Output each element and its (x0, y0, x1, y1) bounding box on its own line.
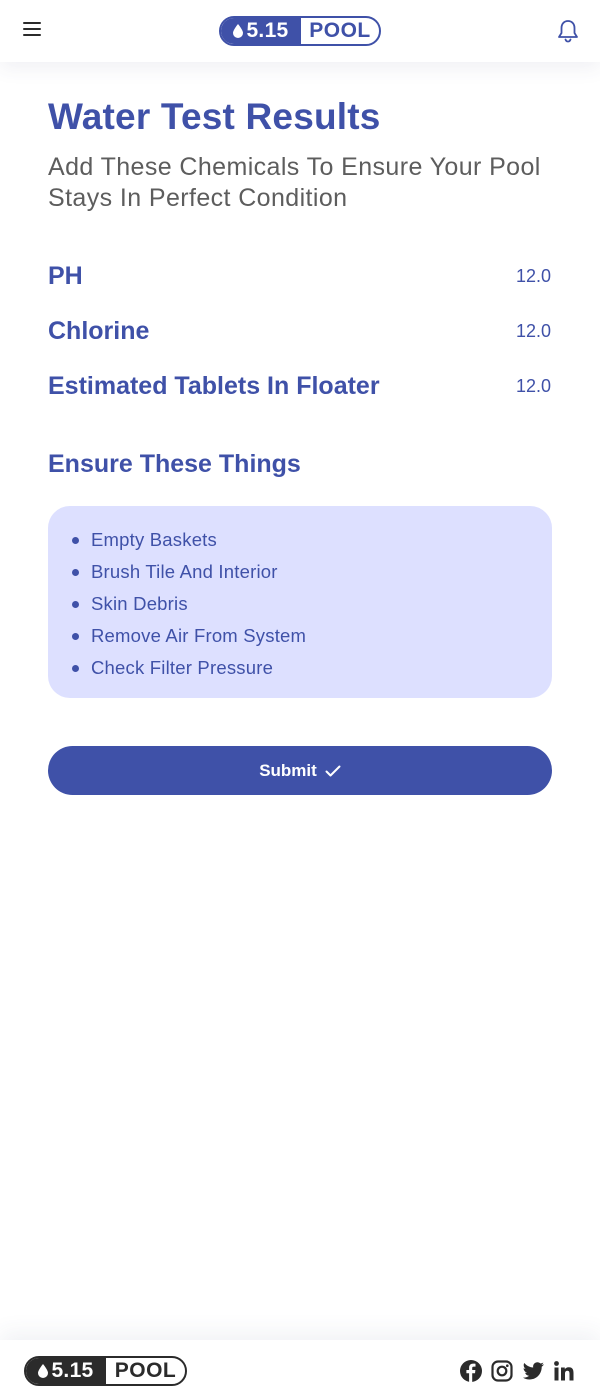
linkedin-icon[interactable] (552, 1359, 576, 1383)
list-item-label: Skin Debris (91, 593, 188, 614)
header-logo[interactable]: 5.15 POOL (219, 16, 381, 46)
water-drop-icon (233, 24, 244, 38)
checklist-panel: Empty Baskets Brush Tile And Interior Sk… (48, 506, 552, 698)
submit-button[interactable]: Submit (48, 746, 552, 795)
bullet-dot (72, 600, 79, 608)
result-row-tablets: Estimated Tablets In Floater 12.0 (48, 372, 551, 402)
list-item: Check Filter Pressure (72, 652, 552, 684)
result-row-ph: PH 12.0 (48, 262, 551, 292)
bullet-dot (72, 664, 79, 672)
result-label: Chlorine (48, 317, 150, 345)
bullet-dot (72, 632, 79, 640)
page-title: Water Test Results (48, 96, 381, 137)
logo-number: 5.15 (51, 1359, 94, 1382)
list-item-label: Brush Tile And Interior (91, 561, 278, 582)
result-value: 12.0 (515, 376, 551, 396)
list-item-label: Remove Air From System (91, 625, 307, 646)
list-item-label: Empty Baskets (91, 529, 217, 550)
result-value: 12.0 (515, 266, 551, 286)
page-subtitle: Add These Chemicals To Ensure Your Pool … (48, 153, 541, 212)
list-item: Skin Debris (72, 588, 552, 620)
logo-number: 5.15 (246, 19, 289, 42)
list-item: Remove Air From System (72, 620, 552, 652)
list-item: Brush Tile And Interior (72, 556, 552, 588)
facebook-icon[interactable] (459, 1359, 483, 1383)
list-item: Empty Baskets (72, 524, 552, 556)
result-value: 12.0 (515, 321, 551, 341)
checkmark-icon (325, 765, 341, 776)
water-drop-icon (38, 1364, 49, 1378)
bullet-dot (72, 536, 79, 544)
top-bar: 5.15 POOL (0, 0, 600, 62)
result-row-chlorine: Chlorine 12.0 (48, 317, 551, 347)
logo-word: POOL (114, 1359, 177, 1382)
submit-label: Submit (259, 760, 317, 780)
instagram-icon[interactable] (490, 1359, 514, 1383)
bell-icon[interactable] (556, 18, 580, 44)
list-item-label: Check Filter Pressure (91, 657, 274, 678)
result-label: Estimated Tablets In Floater (48, 372, 380, 400)
hamburger-menu-icon[interactable] (23, 22, 42, 38)
footer-logo[interactable]: 5.15 POOL (24, 1356, 187, 1386)
logo-word: POOL (309, 19, 371, 42)
bullet-dot (72, 568, 79, 576)
result-label: PH (48, 262, 83, 290)
checklist-title: Ensure These Things (48, 450, 301, 478)
twitter-icon[interactable] (521, 1359, 545, 1383)
